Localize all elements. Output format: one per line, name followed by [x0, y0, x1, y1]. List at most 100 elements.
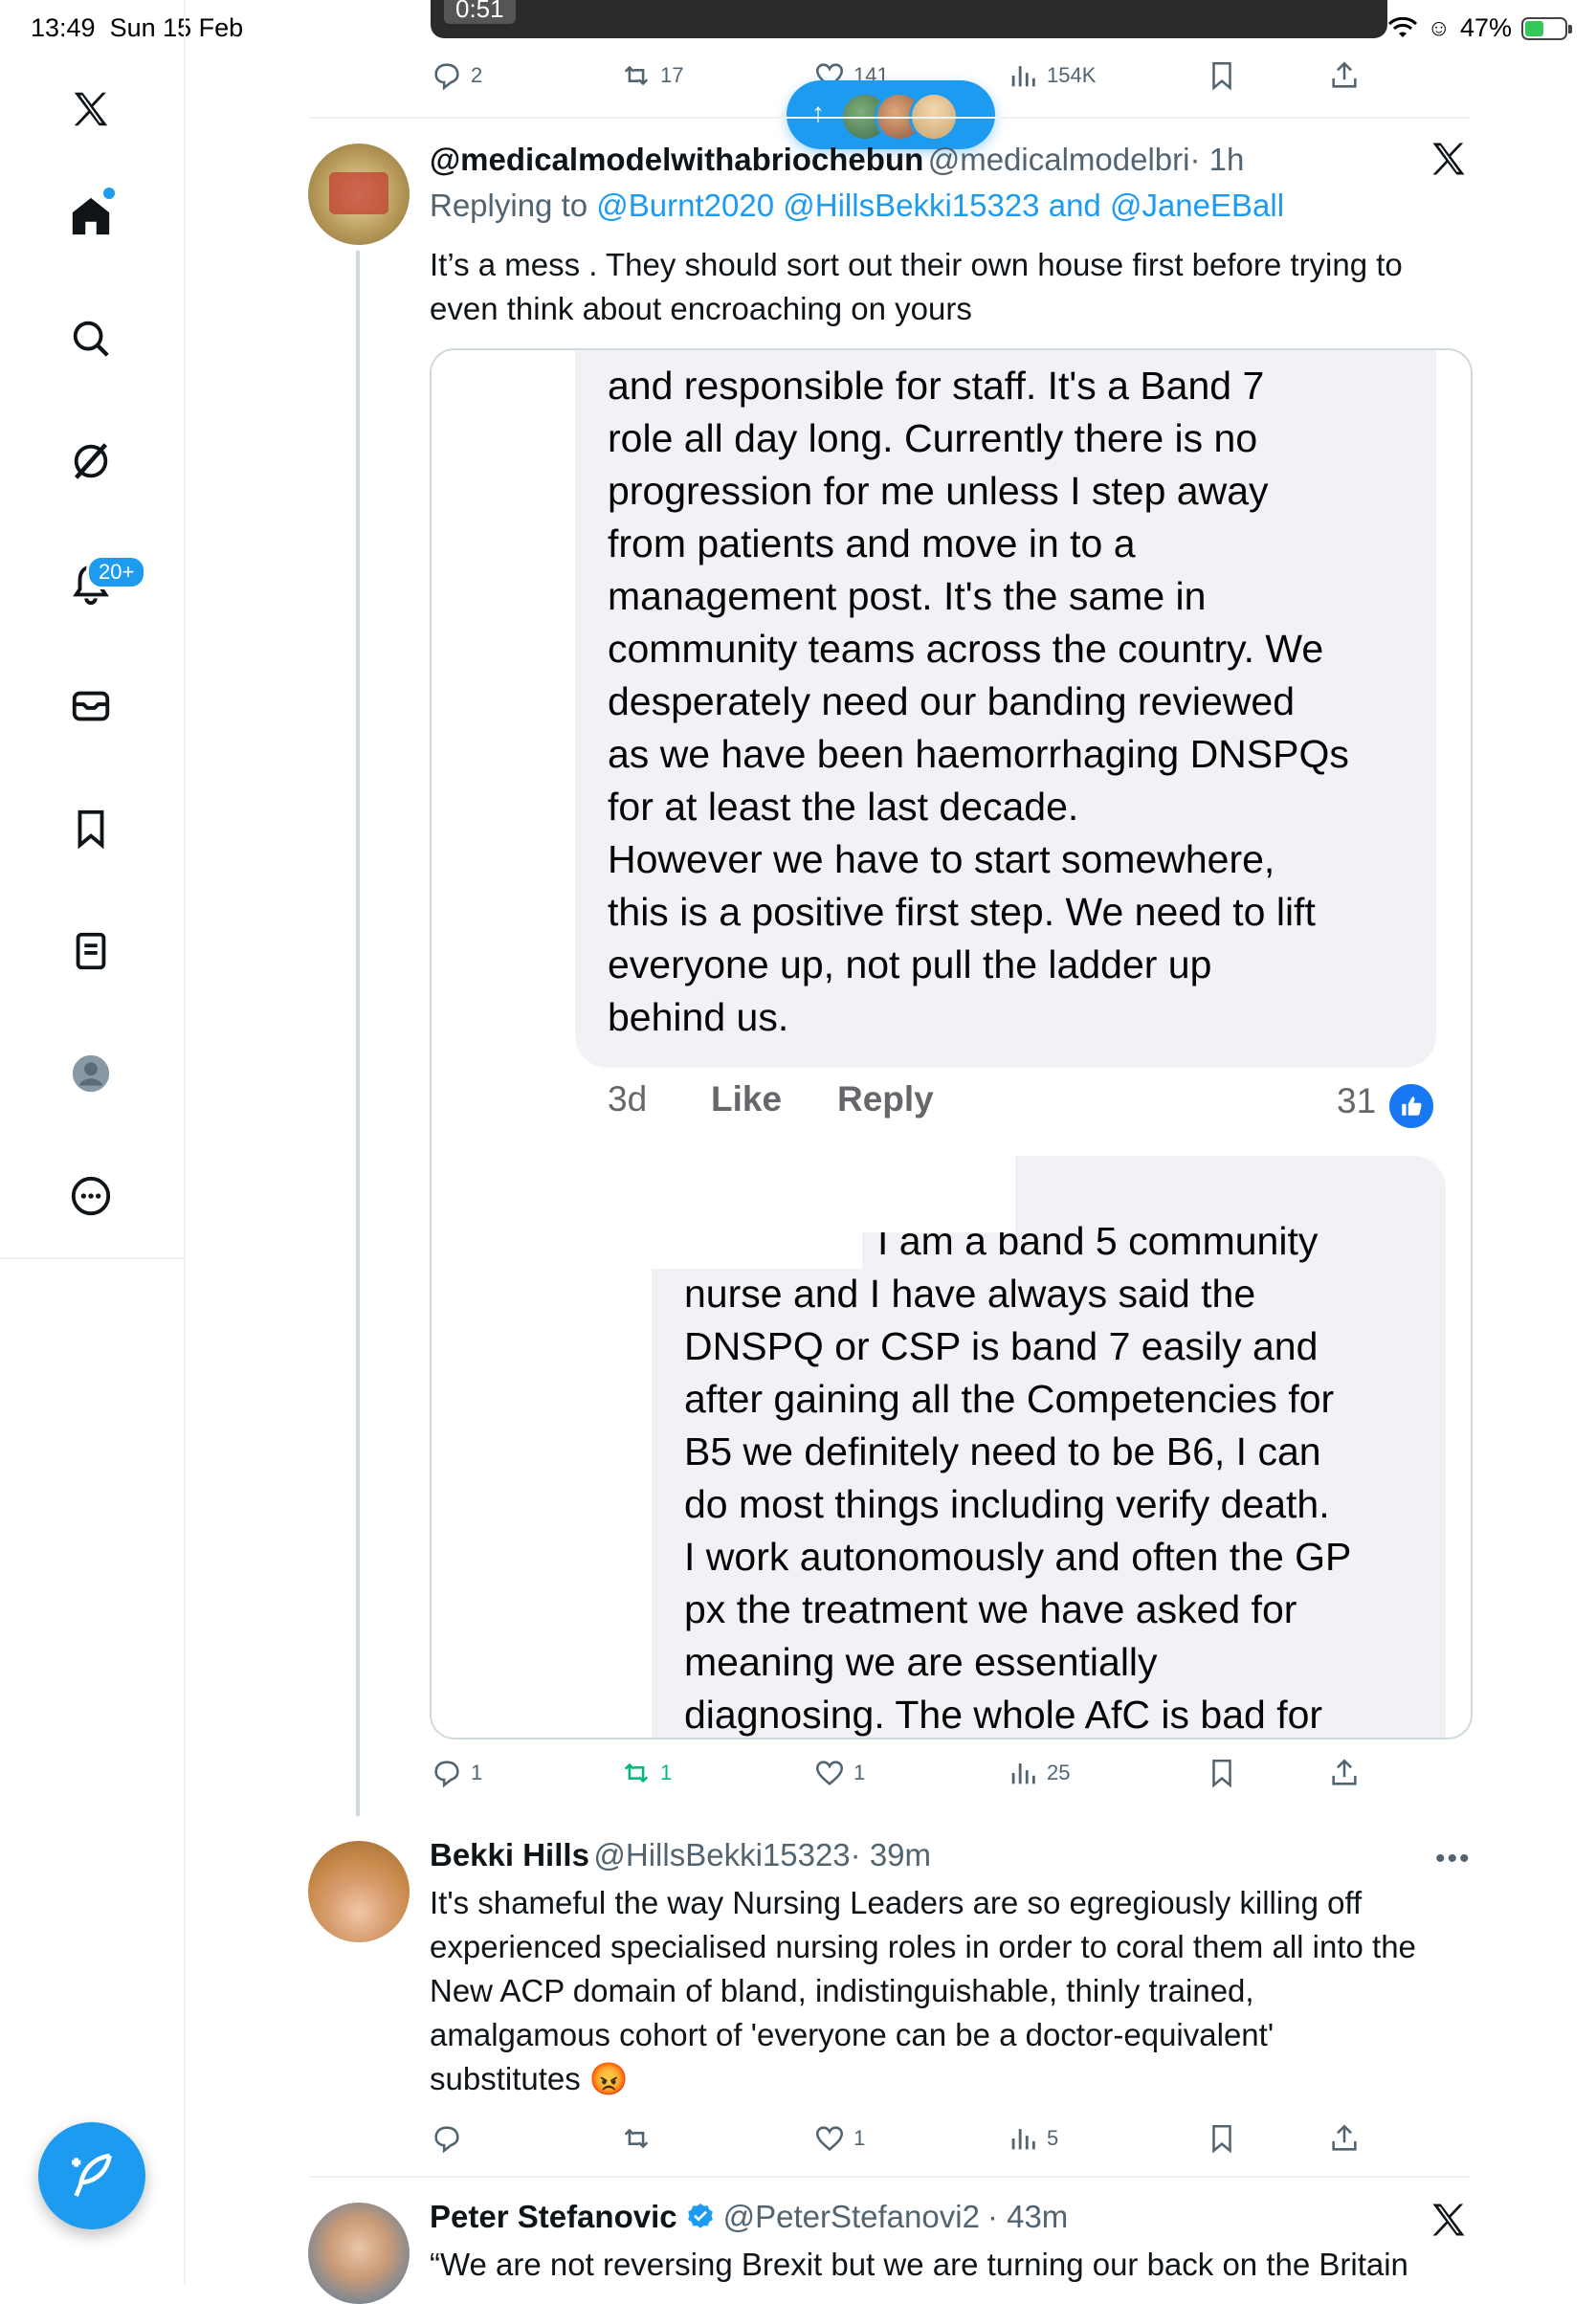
- comment2-line: I work autonomously and often the GP: [684, 1535, 1352, 1579]
- repost-icon: [624, 65, 649, 86]
- home-notification-dot: [103, 188, 115, 199]
- tweet-text-line: amalgamous cohort of 'everyone can be a …: [430, 2017, 1275, 2052]
- video-thumbnail[interactable]: [431, 0, 1387, 38]
- tweet-header: Bekki Hills @HillsBekki15323· 39m: [430, 1837, 931, 1873]
- tweet-text-line: substitutes 😡: [430, 2061, 630, 2096]
- tweet-text: It's shameful the way Nursing Leaders ar…: [430, 1881, 1463, 2101]
- comment-like-count: 31: [1337, 1081, 1377, 1120]
- more-options-icon[interactable]: [62, 1167, 120, 1225]
- thumbs-up-icon: [1386, 1081, 1436, 1131]
- bookmark-button[interactable]: [1206, 59, 1238, 92]
- mention-link[interactable]: @JaneEBall: [1110, 188, 1284, 223]
- like-button[interactable]: 1: [813, 1757, 865, 1789]
- comment2-line: meaning we are essentially: [684, 1640, 1158, 1684]
- wifi-icon: [1388, 16, 1418, 37]
- lists-icon[interactable]: [62, 922, 120, 980]
- repost-button[interactable]: 17: [620, 59, 683, 92]
- heart-icon: [815, 1761, 844, 1785]
- repost-icon: [624, 1762, 649, 1783]
- bookmarks-icon[interactable]: [62, 800, 120, 857]
- reply-icon: [434, 63, 459, 91]
- tweet-actions: 1 1 1 25: [431, 1757, 1387, 1795]
- bookmark-icon: [1212, 1759, 1231, 1788]
- views-button[interactable]: 154K: [1007, 59, 1096, 92]
- x-logo-icon: [1428, 138, 1470, 185]
- comment1-line: and responsible for staff. It's a Band 7: [608, 364, 1265, 408]
- share-icon: [1332, 1759, 1357, 1785]
- reply-button[interactable]: [431, 2122, 471, 2155]
- reply-icon: [434, 1761, 459, 1788]
- more-options-icon[interactable]: •••: [1435, 1843, 1472, 1875]
- repost-button[interactable]: [620, 2122, 660, 2155]
- views-icon: [1011, 1763, 1035, 1784]
- author-handle[interactable]: @PeterStefanovi2: [723, 2199, 980, 2235]
- tweet-header: Peter Stefanovic @PeterStefanovi2 · 43m: [430, 2199, 1068, 2235]
- author-name[interactable]: Bekki Hills: [430, 1837, 589, 1872]
- grok-icon[interactable]: [62, 432, 120, 490]
- author-username[interactable]: @medicalmodelwithabriochebun: [430, 142, 923, 177]
- comment1-line: community teams across the country. We: [608, 627, 1324, 671]
- search-icon[interactable]: [62, 310, 120, 367]
- status-indicators: ☺ 47%: [1388, 13, 1572, 43]
- share-button[interactable]: [1328, 2122, 1361, 2155]
- user-avatar[interactable]: [308, 2203, 410, 2304]
- share-icon: [1332, 61, 1357, 88]
- comment1-line: everyone up, not pull the ladder up: [608, 942, 1212, 986]
- share-button[interactable]: [1328, 1757, 1361, 1789]
- mention-link[interactable]: @Burnt2020: [596, 188, 774, 223]
- comment2-line: nurse and I have always said the: [684, 1272, 1256, 1316]
- views-button[interactable]: 25: [1007, 1757, 1070, 1789]
- author-handle[interactable]: @medicalmodelbri: [928, 142, 1190, 177]
- profile-avatar-icon[interactable]: [62, 1045, 120, 1102]
- battery-percent: 47%: [1459, 13, 1512, 42]
- user-avatar[interactable]: [308, 1841, 410, 1942]
- compose-feather-icon: [72, 2153, 112, 2197]
- messages-icon[interactable]: [62, 677, 120, 735]
- attached-image[interactable]: and responsible for staff. It's a Band 7…: [430, 348, 1473, 1739]
- repost-icon: [624, 2128, 649, 2149]
- comment2-line: px the treatment we have asked for: [684, 1587, 1297, 1631]
- tweet-time: · 1h: [1189, 142, 1245, 177]
- user-avatar[interactable]: [308, 144, 410, 245]
- video-duration: 0:51: [444, 0, 516, 24]
- verified-badge-icon: [687, 2204, 713, 2228]
- comment1-line: desperately need our banding reviewed: [608, 679, 1296, 723]
- bookmark-button[interactable]: [1206, 1757, 1238, 1789]
- author-name[interactable]: Peter Stefanovic: [430, 2199, 677, 2235]
- battery-icon: [1521, 16, 1572, 40]
- comment1-line: behind us.: [608, 995, 789, 1039]
- mention-link[interactable]: @HillsBekki15323: [783, 188, 1039, 223]
- comment1-line: role all day long. Currently there is no: [608, 416, 1258, 460]
- comment2-line: do most things including verify death.: [684, 1482, 1330, 1526]
- divider: [308, 117, 1470, 119]
- tweet-text-line: It's shameful the way Nursing Leaders ar…: [430, 1885, 1363, 1920]
- repost-button[interactable]: 1: [620, 1757, 672, 1789]
- thread-line: [356, 251, 360, 1816]
- share-button[interactable]: [1328, 59, 1361, 92]
- tweet-text: “We are not reversing Brexit but we are …: [430, 2247, 1408, 2282]
- comment1-line: progression for me unless I step away: [608, 469, 1269, 513]
- views-icon: [1011, 66, 1035, 87]
- comment2-line: B5 we definitely need to be B6, I can: [684, 1429, 1321, 1473]
- like-button[interactable]: 1: [813, 2122, 865, 2155]
- comment-bubble: and responsible for staff. It's a Band 7…: [575, 350, 1436, 1068]
- new-posts-pill[interactable]: ↑: [787, 80, 995, 149]
- views-button[interactable]: 5: [1007, 2122, 1058, 2155]
- reply-icon: [434, 2126, 459, 2154]
- x-logo-icon[interactable]: [62, 80, 120, 138]
- notifications-badge: 20+: [86, 555, 147, 589]
- reply-button[interactable]: 1: [431, 1757, 482, 1789]
- tweet-time: · 39m: [850, 1837, 932, 1872]
- redacted-name: [575, 1211, 862, 1269]
- reply-button[interactable]: 2: [431, 59, 482, 92]
- bookmark-button[interactable]: [1206, 2122, 1238, 2155]
- comment-reply-link: Reply: [837, 1079, 934, 1119]
- replying-to: Replying to @Burnt2020 @HillsBekki15323 …: [430, 188, 1285, 223]
- author-handle[interactable]: @HillsBekki15323: [593, 1837, 850, 1872]
- tweet-text-line: experienced specialised nursing roles in…: [430, 1929, 1416, 1964]
- comment-like-link: Like: [711, 1079, 783, 1119]
- arrow-up-icon: ↑: [811, 98, 825, 127]
- comment1-line: for at least the last decade.: [608, 785, 1079, 829]
- compose-post-button[interactable]: [38, 2122, 145, 2229]
- comment-time: 3d: [608, 1079, 648, 1119]
